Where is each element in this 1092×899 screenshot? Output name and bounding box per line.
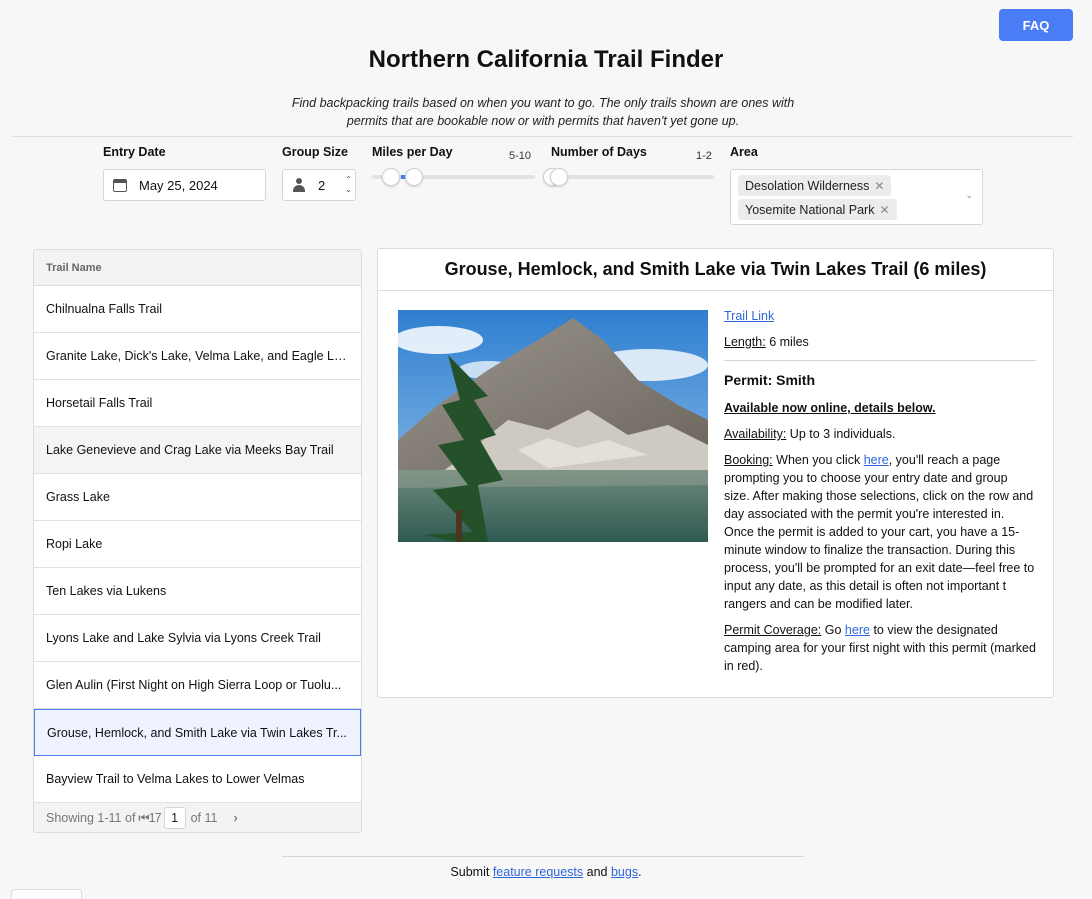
area-chip-yosemite: Yosemite National Park ✕: [738, 199, 897, 220]
area-chip-label: Desolation Wilderness: [745, 178, 870, 193]
subtitle-line-2: permits that are bookable now or with pe…: [346, 114, 740, 128]
availability-status: Available now online, details below.: [724, 401, 936, 415]
group-size-stepper[interactable]: ⌃ ⌄: [345, 175, 352, 195]
pagination-of-pages: of 11: [190, 811, 218, 825]
group-size-label: Group Size: [282, 145, 348, 159]
trail-list: Trail Name Chilnualna Falls Trail Granit…: [33, 249, 362, 833]
trail-photo: [398, 310, 708, 542]
remove-chip-icon[interactable]: ✕: [874, 179, 884, 193]
page-footer: Submit feature requests and bugs.: [0, 865, 1092, 879]
booking-label: Booking:: [724, 453, 773, 467]
table-row[interactable]: Grass Lake: [34, 474, 361, 521]
lake-mountain-image: [398, 310, 708, 542]
booking-text-post: , you'll reach a page prompting you to c…: [724, 453, 1035, 611]
area-chip-label: Yosemite National Park: [745, 202, 875, 217]
coverage-label: Permit Coverage:: [724, 623, 822, 637]
bugs-link[interactable]: bugs: [611, 865, 638, 879]
faq-button[interactable]: FAQ: [999, 9, 1073, 41]
trail-detail-title: Grouse, Hemlock, and Smith Lake via Twin…: [378, 249, 1053, 291]
next-page-icon[interactable]: ›: [233, 811, 237, 825]
page-title: Northern California Trail Finder: [368, 46, 724, 73]
person-icon: [292, 178, 306, 192]
trail-info: Trail Link Length: 6 miles Permit: Smith…: [724, 307, 1036, 683]
area-label: Area: [730, 145, 758, 159]
entry-date-input[interactable]: May 25, 2024: [103, 169, 266, 201]
table-row[interactable]: Ropi Lake: [34, 521, 361, 568]
miles-slider-low-handle[interactable]: [382, 168, 400, 186]
coverage-link[interactable]: here: [845, 623, 870, 637]
availability-label: Availability:: [724, 427, 787, 441]
footer-pre: Submit: [450, 865, 490, 879]
corner-tab: [11, 889, 82, 899]
days-slider-high-handle[interactable]: [550, 168, 568, 186]
table-row[interactable]: Granite Lake, Dick's Lake, Velma Lake, a…: [34, 333, 361, 380]
table-row[interactable]: Bayview Trail to Velma Lakes to Lower Ve…: [34, 756, 361, 803]
pagination-prev-icons[interactable]: ⏮17: [138, 811, 161, 826]
subtitle-line-1: Find backpacking trails based on when yo…: [291, 96, 795, 110]
footer-divider: [282, 856, 804, 857]
page-number-input[interactable]: 1: [163, 807, 186, 829]
number-of-days-range: 1-2: [696, 150, 712, 162]
pagination: Showing 1-11 of ⏮17 1 of 11 ›: [34, 803, 361, 832]
area-chip-desolation: Desolation Wilderness ✕: [738, 175, 892, 196]
miles-per-day-label: Miles per Day: [372, 145, 453, 159]
trail-link[interactable]: Trail Link: [724, 309, 774, 323]
entry-date-value: May 25, 2024: [139, 177, 218, 193]
area-select[interactable]: Desolation Wilderness ✕ Yosemite Nationa…: [730, 169, 983, 225]
number-of-days-slider[interactable]: [543, 168, 714, 186]
footer-post: .: [638, 865, 642, 879]
availability-value: Up to 3 individuals.: [789, 427, 896, 441]
group-size-input[interactable]: 2 ⌃ ⌄: [282, 169, 356, 201]
table-row[interactable]: Lake Genevieve and Crag Lake via Meeks B…: [34, 427, 361, 474]
trail-detail-panel: Grouse, Hemlock, and Smith Lake via Twin…: [377, 248, 1054, 698]
permit-title: Permit: Smith: [724, 372, 816, 388]
chevron-down-icon[interactable]: ⌄: [965, 190, 973, 201]
stepper-down-icon[interactable]: ⌄: [345, 185, 352, 195]
table-row-selected[interactable]: Grouse, Hemlock, and Smith Lake via Twin…: [34, 709, 361, 756]
miles-per-day-slider[interactable]: [372, 168, 535, 186]
feature-requests-link[interactable]: feature requests: [493, 865, 583, 879]
group-size-value: 2: [318, 177, 326, 193]
footer-mid: and: [586, 865, 608, 879]
miles-slider-high-handle[interactable]: [405, 168, 423, 186]
number-of-days-label: Number of Days: [551, 145, 647, 159]
table-row[interactable]: Glen Aulin (First Night on High Sierra L…: [34, 662, 361, 709]
length-value: 6 miles: [769, 335, 809, 349]
length-label: Length:: [724, 335, 766, 349]
table-row[interactable]: Chilnualna Falls Trail: [34, 286, 361, 333]
booking-link[interactable]: here: [864, 453, 889, 467]
calendar-icon: [113, 178, 127, 192]
table-row[interactable]: Horsetail Falls Trail: [34, 380, 361, 427]
coverage-text-pre: Go: [824, 623, 842, 637]
booking-text-pre: When you click: [776, 453, 861, 467]
page-subtitle: Find backpacking trails based on when yo…: [270, 94, 816, 130]
table-row[interactable]: Lyons Lake and Lake Sylvia via Lyons Cre…: [34, 615, 361, 662]
header-divider: [13, 136, 1073, 137]
table-row[interactable]: Ten Lakes via Lukens: [34, 568, 361, 615]
miles-per-day-range: 5-10: [509, 150, 532, 162]
entry-date-label: Entry Date: [103, 145, 166, 159]
remove-chip-icon[interactable]: ✕: [879, 203, 889, 217]
info-divider: [724, 360, 1036, 361]
trail-name-column-header[interactable]: Trail Name: [34, 250, 361, 286]
stepper-up-icon[interactable]: ⌃: [345, 175, 352, 185]
pagination-showing: Showing 1-11 of: [46, 811, 136, 825]
